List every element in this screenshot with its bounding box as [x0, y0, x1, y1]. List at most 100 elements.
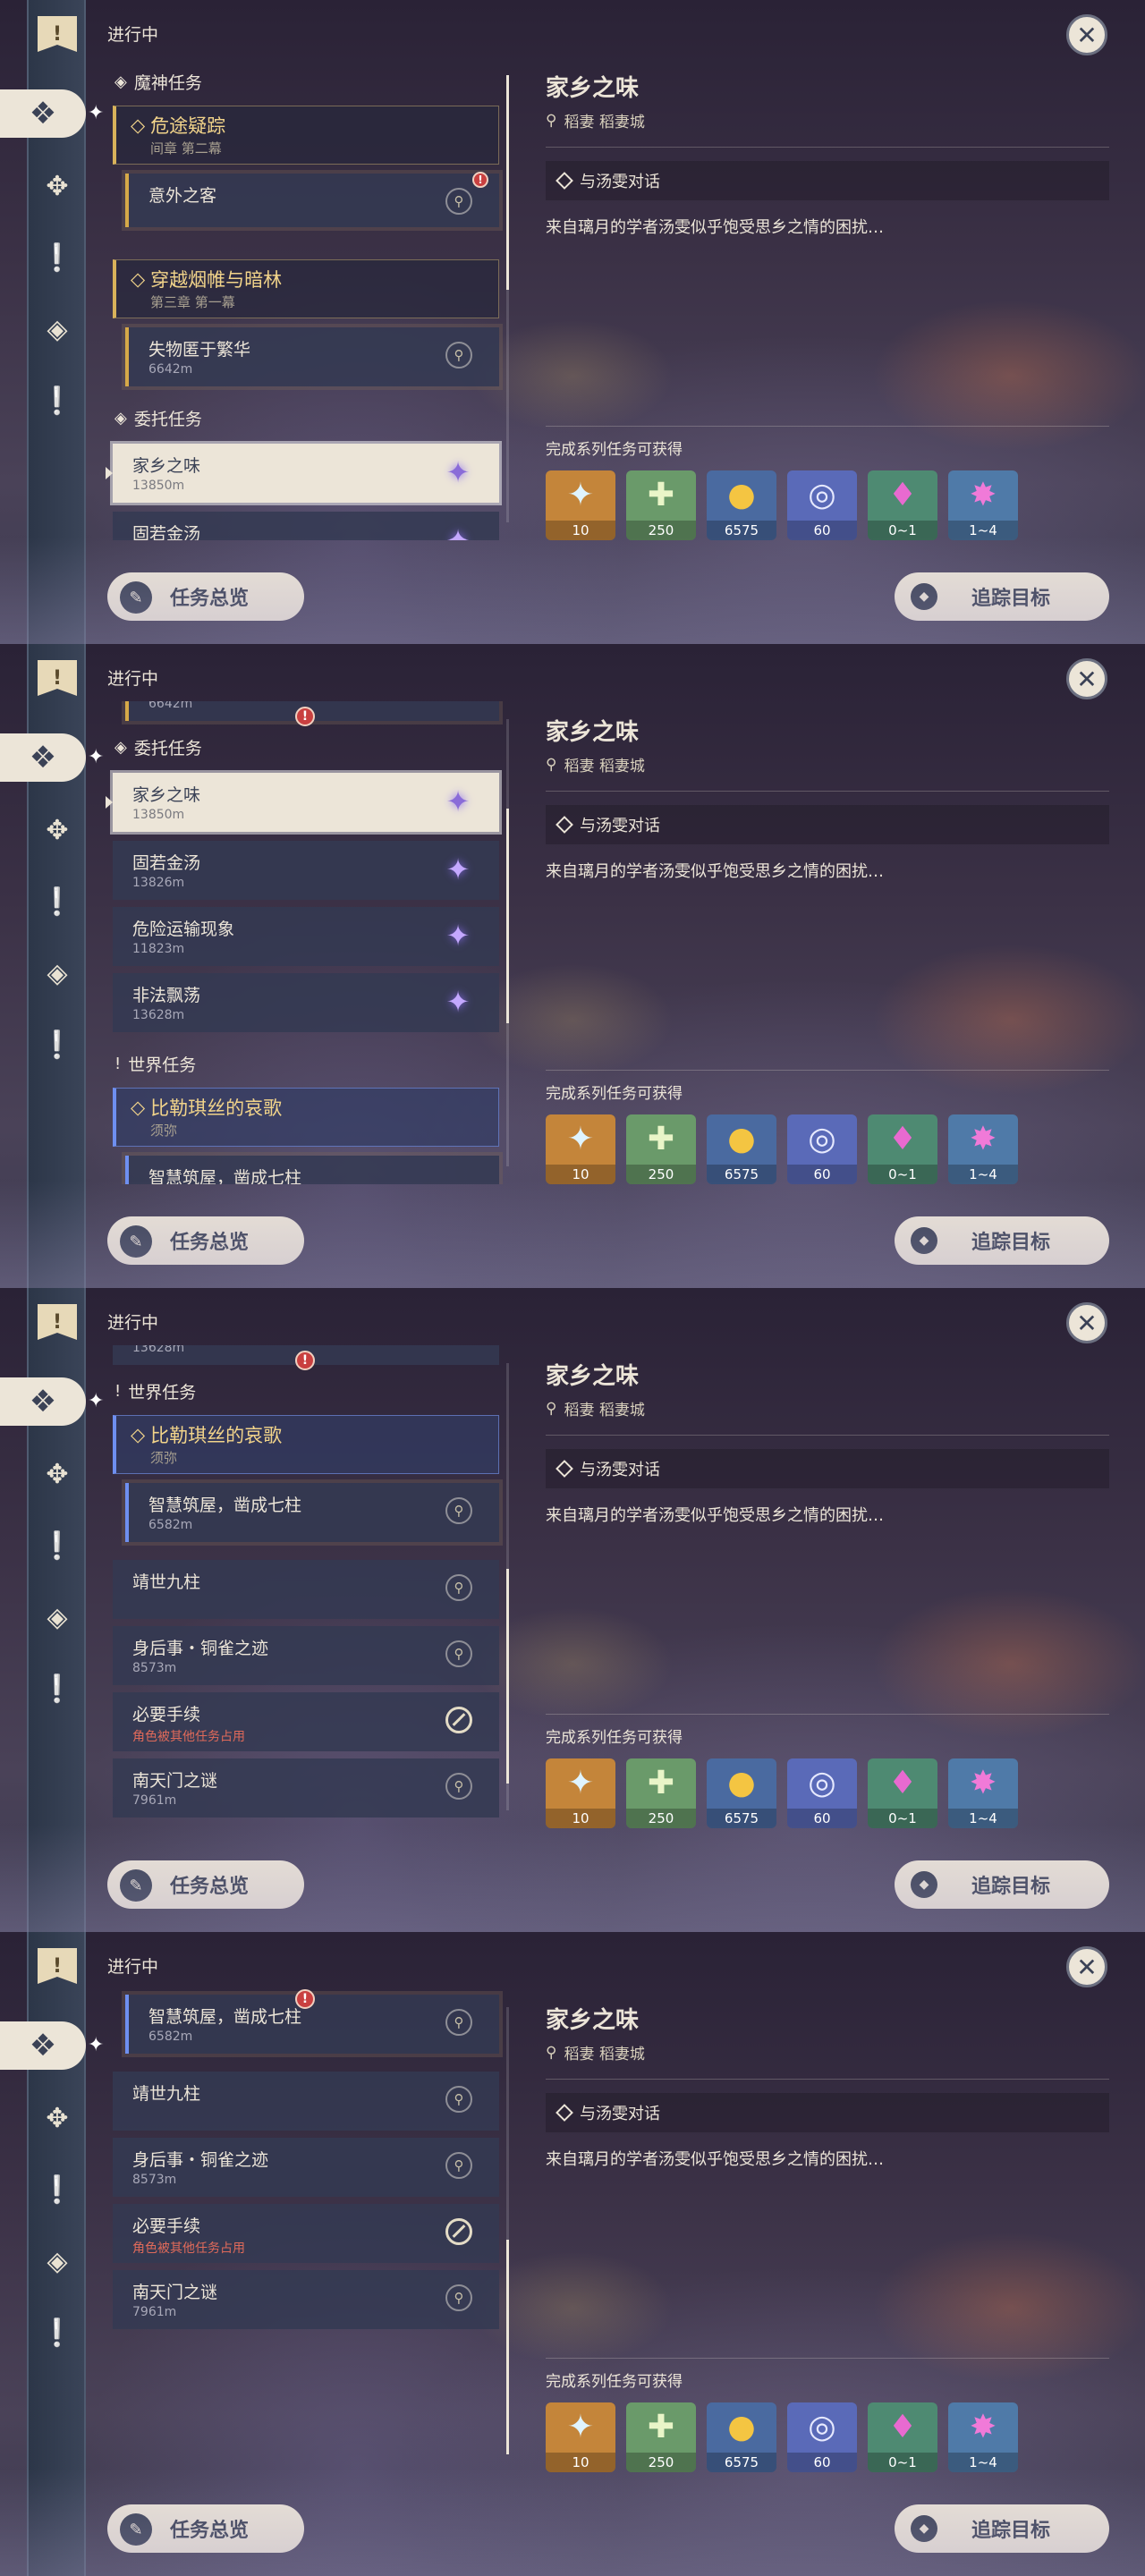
quest-item[interactable]: 必要手续 角色被其他任务占用	[113, 2204, 499, 2263]
reward-item[interactable]: ♦ 0~1	[868, 2402, 937, 2472]
scrollbar[interactable]	[506, 719, 509, 1166]
quest-item[interactable]: 南天门之谜 7961m ⚲	[113, 2270, 499, 2329]
scroll-thumb[interactable]	[506, 75, 509, 290]
close-button[interactable]: ✕	[1066, 658, 1107, 699]
sidebar-item-story[interactable]: ❕	[39, 1528, 75, 1563]
sidebar-item-story[interactable]: ❕	[39, 240, 75, 275]
sidebar-item-story[interactable]: ❕	[39, 884, 75, 919]
quest-item[interactable]: 失物匿于繁华 6642m ⚲	[125, 327, 499, 386]
sidebar-item-archon[interactable]: ✥	[39, 1456, 75, 1492]
quest-item[interactable]: 必要手续 角色被其他任务占用	[113, 1692, 499, 1751]
sidebar-item-world[interactable]: ❕	[39, 1671, 75, 1707]
reward-item[interactable]: ● 6575	[707, 470, 776, 540]
reward-item[interactable]: ● 6575	[707, 2402, 776, 2472]
chapter-item[interactable]: ◇ 比勒琪丝的哀歌 须弥	[113, 1088, 499, 1147]
location-pin-icon[interactable]: ⚲	[445, 1773, 472, 1800]
quest-item[interactable]: 固若金汤 ✦	[113, 512, 499, 540]
sidebar-item-all[interactable]: ❖	[0, 2021, 86, 2070]
reward-item[interactable]: ✸ 1~4	[948, 1114, 1018, 1184]
reward-item[interactable]: ♦ 0~1	[868, 1114, 937, 1184]
scroll-thumb[interactable]	[506, 1569, 509, 1784]
reward-item[interactable]: ● 6575	[707, 1758, 776, 1828]
location-pin-icon[interactable]: ⚲	[445, 1640, 472, 1667]
reward-item[interactable]: ✚ 250	[626, 1758, 696, 1828]
reward-item[interactable]: ✸ 1~4	[948, 2402, 1018, 2472]
close-button[interactable]: ✕	[1066, 14, 1107, 55]
quest-item[interactable]: 智慧筑屋，凿成七柱 6582m ⚲	[125, 1483, 499, 1542]
overview-button[interactable]: ✎ 任务总览	[107, 2504, 304, 2553]
overview-button[interactable]: ✎ 任务总览	[107, 1216, 304, 1265]
sidebar-item-world[interactable]: ❕	[39, 2315, 75, 2351]
reward-item[interactable]: ✦ 10	[546, 1114, 615, 1184]
chapter-item[interactable]: ◇ 危途疑踪 间章 第二幕	[113, 106, 499, 165]
quest-list[interactable]: 失物匿于繁华 6642m ! ◈委托任务 家乡之味 13850m ✦ 固若金汤 …	[106, 701, 508, 1184]
reward-item[interactable]: ◎ 60	[787, 1758, 857, 1828]
quest-item[interactable]: 意外之客 ⚲	[125, 174, 499, 227]
sidebar-item-commission[interactable]: ◈	[39, 1599, 75, 1635]
chapter-item[interactable]: ◇ 穿越烟帷与暗林 第三章 第一幕	[113, 259, 499, 318]
scroll-thumb[interactable]	[506, 809, 509, 1023]
reward-item[interactable]: ✦ 10	[546, 470, 615, 540]
reward-item[interactable]: ✦ 10	[546, 1758, 615, 1828]
track-button[interactable]: ◆ 追踪目标	[895, 572, 1109, 621]
quest-item[interactable]: 非法飘荡 13628m ✦	[113, 973, 499, 1032]
sidebar-item-archon[interactable]: ✥	[39, 812, 75, 848]
sidebar-item-all[interactable]: ❖	[0, 89, 86, 138]
reward-item[interactable]: ♦ 0~1	[868, 470, 937, 540]
quest-item[interactable]: 靖世九柱 ⚲	[113, 1560, 499, 1619]
location-pin-icon[interactable]: ⚲	[445, 2009, 472, 2036]
quest-list[interactable]: 非法飘荡 13628m ! !世界任务 ◇比勒琪丝的哀歌 须弥 智慧筑屋，凿成七…	[106, 1345, 508, 1828]
sidebar-item-all[interactable]: ❖	[0, 733, 86, 782]
quest-item[interactable]: 身后事・铜雀之迹 8573m ⚲	[113, 1626, 499, 1685]
quest-item[interactable]: 南天门之谜 7961m ⚲	[113, 1758, 499, 1818]
overview-button[interactable]: ✎ 任务总览	[107, 572, 304, 621]
location-pin-icon[interactable]: ⚲	[445, 1497, 472, 1524]
reward-item[interactable]: ● 6575	[707, 1114, 776, 1184]
scrollbar[interactable]	[506, 75, 509, 522]
reward-item[interactable]: ◎ 60	[787, 1114, 857, 1184]
reward-item[interactable]: ✸ 1~4	[948, 1758, 1018, 1828]
reward-item[interactable]: ✸ 1~4	[948, 470, 1018, 540]
quest-item[interactable]: 智慧筑屋，凿成七柱	[125, 1156, 499, 1184]
track-button[interactable]: ◆ 追踪目标	[895, 2504, 1109, 2553]
quest-list[interactable]: ◈ 魔神任务 ◇ 危途疑踪 间章 第二幕 意外之客 ⚲ ! ◇ 穿越烟帷与暗林 第三章…	[106, 57, 508, 540]
location-pin-icon[interactable]: ⚲	[445, 2152, 472, 2179]
quest-item[interactable]: 靖世九柱 ⚲	[113, 2072, 499, 2131]
track-button[interactable]: ◆ 追踪目标	[895, 1860, 1109, 1909]
close-button[interactable]: ✕	[1066, 1302, 1107, 1343]
scrollbar[interactable]	[506, 2007, 509, 2454]
reward-item[interactable]: ✚ 250	[626, 470, 696, 540]
quest-item[interactable]: 身后事・铜雀之迹 8573m ⚲	[113, 2138, 499, 2197]
sidebar-item-all[interactable]: ❖	[0, 1377, 86, 1426]
quest-item[interactable]: 危险运输现象 11823m ✦	[113, 907, 499, 966]
reward-item[interactable]: ✦ 10	[546, 2402, 615, 2472]
sidebar-item-world[interactable]: ❕	[39, 1027, 75, 1063]
reward-item[interactable]: ✚ 250	[626, 1114, 696, 1184]
track-button[interactable]: ◆ 追踪目标	[895, 1216, 1109, 1265]
location-pin-icon[interactable]: ⚲	[445, 2284, 472, 2311]
sidebar-item-story[interactable]: ❕	[39, 2172, 75, 2207]
sidebar-item-archon[interactable]: ✥	[39, 168, 75, 204]
quest-list[interactable]: 智慧筑屋，凿成七柱 6582m ⚲ ! 靖世九柱 ⚲ 身后事・铜雀之迹 8573…	[106, 1989, 508, 2472]
reward-item[interactable]: ◎ 60	[787, 470, 857, 540]
sidebar-item-world[interactable]: ❕	[39, 383, 75, 419]
reward-item[interactable]: ✚ 250	[626, 2402, 696, 2472]
sidebar-item-archon[interactable]: ✥	[39, 2100, 75, 2136]
reward-item[interactable]: ◎ 60	[787, 2402, 857, 2472]
sidebar-item-commission[interactable]: ◈	[39, 311, 75, 347]
chapter-item[interactable]: ◇ 比勒琪丝的哀歌 须弥	[113, 1415, 499, 1474]
quest-item[interactable]: 固若金汤 13826m ✦	[113, 841, 499, 900]
reward-item[interactable]: ♦ 0~1	[868, 1758, 937, 1828]
overview-button[interactable]: ✎ 任务总览	[107, 1860, 304, 1909]
sidebar-item-commission[interactable]: ◈	[39, 955, 75, 991]
scroll-thumb[interactable]	[506, 2240, 509, 2454]
location-pin-icon[interactable]: ⚲	[445, 1574, 472, 1601]
location-pin-icon[interactable]: ⚲	[445, 2086, 472, 2113]
location-pin-icon[interactable]: ⚲	[445, 342, 472, 369]
quest-item-selected[interactable]: 家乡之味 13850m ✦	[106, 773, 499, 832]
sidebar-item-commission[interactable]: ◈	[39, 2243, 75, 2279]
scrollbar[interactable]	[506, 1363, 509, 1810]
close-button[interactable]: ✕	[1066, 1946, 1107, 1987]
location-pin-icon[interactable]: ⚲	[445, 188, 472, 215]
quest-item-selected[interactable]: 家乡之味 13850m ✦	[106, 444, 499, 503]
